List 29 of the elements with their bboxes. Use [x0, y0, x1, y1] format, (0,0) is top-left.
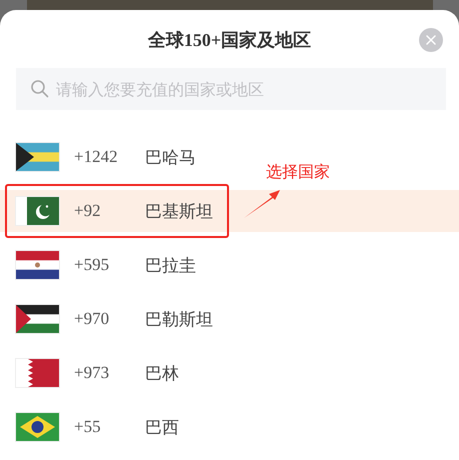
flag-icon — [16, 197, 59, 225]
country-row[interactable]: +55 巴西 — [0, 400, 189, 454]
country-name: 巴基斯坦 — [145, 200, 213, 222]
flag-icon — [16, 305, 59, 333]
flag-icon — [16, 413, 59, 441]
close-icon — [425, 34, 437, 46]
dial-code: +595 — [74, 255, 110, 275]
country-name: 巴西 — [145, 416, 179, 438]
flag-icon — [16, 251, 59, 279]
country-name: 巴林 — [145, 362, 179, 384]
country-row[interactable]: +973 巴林 — [0, 346, 189, 400]
search-icon — [30, 79, 50, 99]
country-row[interactable]: +595 巴拉圭 — [0, 238, 206, 292]
dial-code: +92 — [74, 201, 102, 221]
dial-code: +973 — [74, 363, 110, 383]
country-name: 巴勒斯坦 — [145, 308, 213, 330]
sheet-title: 全球150+国家及地区 — [148, 29, 312, 52]
country-name: 巴拉圭 — [145, 254, 196, 276]
dial-code: +970 — [74, 309, 110, 329]
country-row[interactable]: +92 巴基斯坦 — [0, 190, 459, 232]
dial-code: +1242 — [74, 147, 119, 167]
flag-icon — [16, 359, 59, 387]
flag-icon — [16, 143, 59, 171]
dial-code: +55 — [74, 417, 102, 437]
close-button[interactable] — [419, 28, 443, 52]
annotation-text: 选择国家 — [266, 162, 330, 183]
country-row[interactable]: +970 巴勒斯坦 — [0, 292, 223, 346]
country-name: 巴哈马 — [145, 146, 196, 168]
country-row[interactable]: +1242 巴哈马 — [0, 130, 206, 184]
